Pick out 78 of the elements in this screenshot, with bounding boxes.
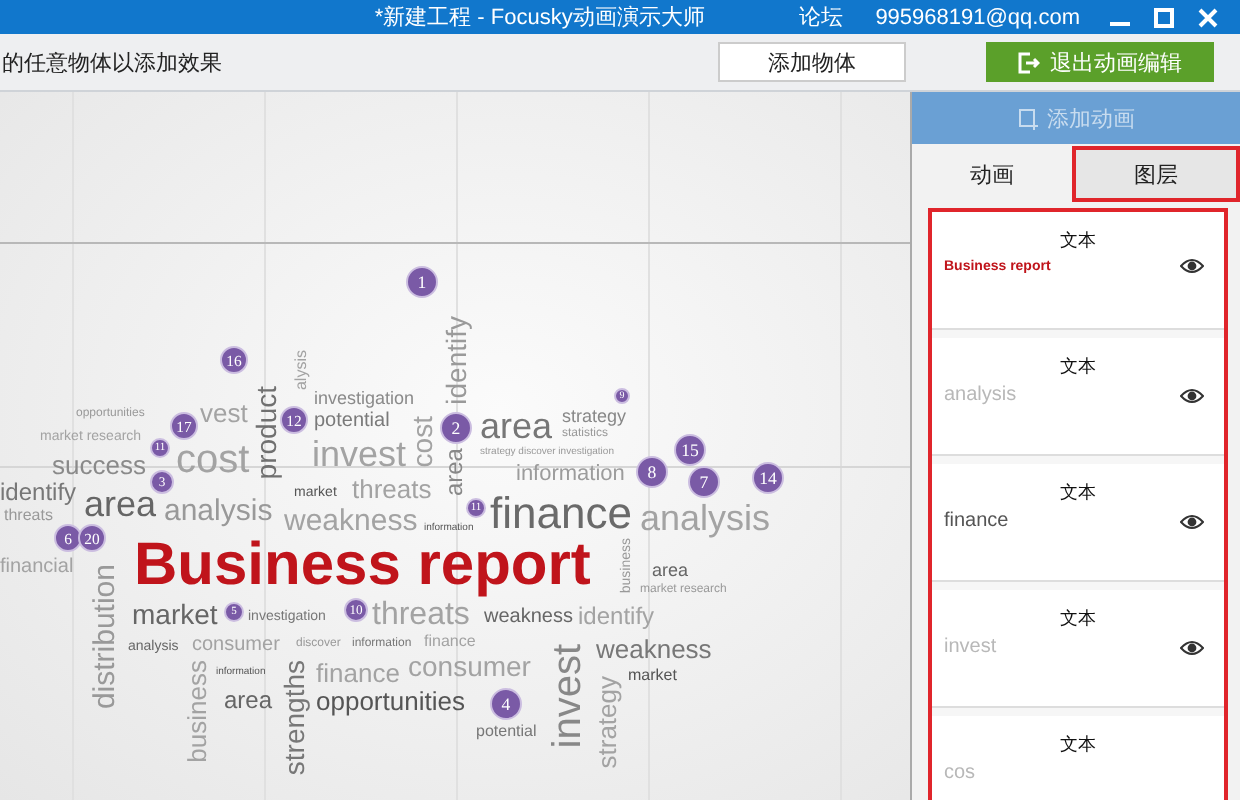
cloud-word: alysis [294, 350, 310, 391]
cloud-word: potential [314, 412, 390, 432]
step-marker[interactable]: 1 [406, 266, 438, 298]
maximize-icon[interactable] [1152, 5, 1176, 29]
step-marker[interactable]: 4 [490, 688, 522, 720]
layer-preview: finance [944, 510, 1011, 532]
cloud-word: threats [4, 508, 53, 524]
add-animation-icon [1017, 107, 1039, 129]
cloud-word: cost [408, 416, 436, 468]
cloud-word: finance [424, 634, 476, 650]
cloud-word: area [652, 562, 689, 580]
layer-preview: cos [944, 762, 978, 784]
eye-icon[interactable] [1180, 639, 1204, 655]
cloud-word: strengths [280, 660, 308, 776]
cloud-word: distribution [90, 564, 120, 710]
step-marker[interactable]: 7 [688, 466, 720, 498]
exit-icon [1018, 51, 1040, 73]
forum-link[interactable]: 论坛 [799, 2, 844, 32]
cloud-word: identify [0, 480, 77, 504]
cloud-word: weakness [596, 636, 712, 662]
cloud-word: invest [312, 436, 407, 472]
layer-title: 文本 [1060, 354, 1096, 380]
cloud-word: threats [352, 476, 432, 502]
cloud-word: potential [476, 724, 537, 740]
layer-card[interactable]: 文本 finance [932, 464, 1224, 582]
cloud-word: identify [442, 316, 470, 405]
step-marker[interactable]: 2 [440, 412, 472, 444]
cloud-word: financial [0, 558, 74, 578]
cloud-word: area [224, 688, 273, 712]
cloud-word: success [52, 452, 146, 478]
close-icon[interactable] [1196, 5, 1220, 29]
cloud-word: cost [176, 440, 250, 480]
cloud-word: weakness [284, 506, 418, 536]
cloud-word: weakness [484, 608, 573, 628]
cloud-word: opportunities [316, 688, 465, 714]
cloud-word: investigation [314, 390, 415, 408]
cloud-word: consumer [408, 652, 531, 680]
step-marker[interactable]: 15 [674, 434, 706, 466]
cloud-word: Business report [134, 536, 591, 596]
layer-title: 文本 [1060, 228, 1096, 254]
layer-preview: invest [944, 636, 999, 658]
layer-card[interactable]: 文本 invest [932, 590, 1224, 708]
cloud-word: business [184, 660, 210, 763]
cloud-word: vest [200, 400, 248, 426]
eye-icon[interactable] [1180, 258, 1204, 274]
step-marker[interactable]: 14 [752, 462, 784, 494]
cloud-word: finance [316, 660, 400, 686]
account-name: 995968191@qq.com [875, 5, 1080, 29]
cloud-word: analysis [640, 500, 771, 536]
cloud-word: identify [578, 604, 655, 628]
layer-preview: analysis [944, 384, 1019, 406]
cloud-word: strategy [594, 676, 620, 769]
add-object-button[interactable]: 添加物体 [718, 42, 906, 82]
cloud-word: finance [490, 492, 632, 536]
cloud-word: strategy [562, 408, 627, 426]
exit-animation-edit-button[interactable]: 退出动画编辑 [986, 42, 1214, 82]
panel-tab[interactable]: 图层 [1072, 146, 1240, 202]
layer-title: 文本 [1060, 732, 1096, 758]
eye-icon[interactable] [1180, 513, 1204, 529]
layer-card[interactable]: 文本 cos [932, 716, 1224, 800]
cloud-word: information [516, 464, 625, 486]
cloud-word: area [442, 448, 466, 497]
cloud-word: market [132, 600, 218, 628]
eye-icon[interactable] [1180, 387, 1204, 403]
cloud-word: threats [372, 600, 470, 632]
cloud-word: analysis [164, 496, 273, 526]
window-title: *新建工程 - Focusky动画演示大师 [372, 3, 707, 32]
cloud-word: consumer [192, 636, 280, 656]
cloud-word: area [480, 408, 553, 444]
layer-card[interactable]: 文本 analysis [932, 338, 1224, 456]
cloud-word: product [252, 386, 280, 480]
layer-title: 文本 [1060, 480, 1096, 506]
cloud-word: invest [548, 644, 588, 749]
hint-text: 的任意物体以添加效果 [0, 49, 224, 77]
cloud-word: market [628, 668, 677, 684]
slide-canvas[interactable] [0, 92, 910, 800]
layer-title: 文本 [1060, 606, 1096, 632]
step-marker[interactable]: 8 [636, 456, 668, 488]
